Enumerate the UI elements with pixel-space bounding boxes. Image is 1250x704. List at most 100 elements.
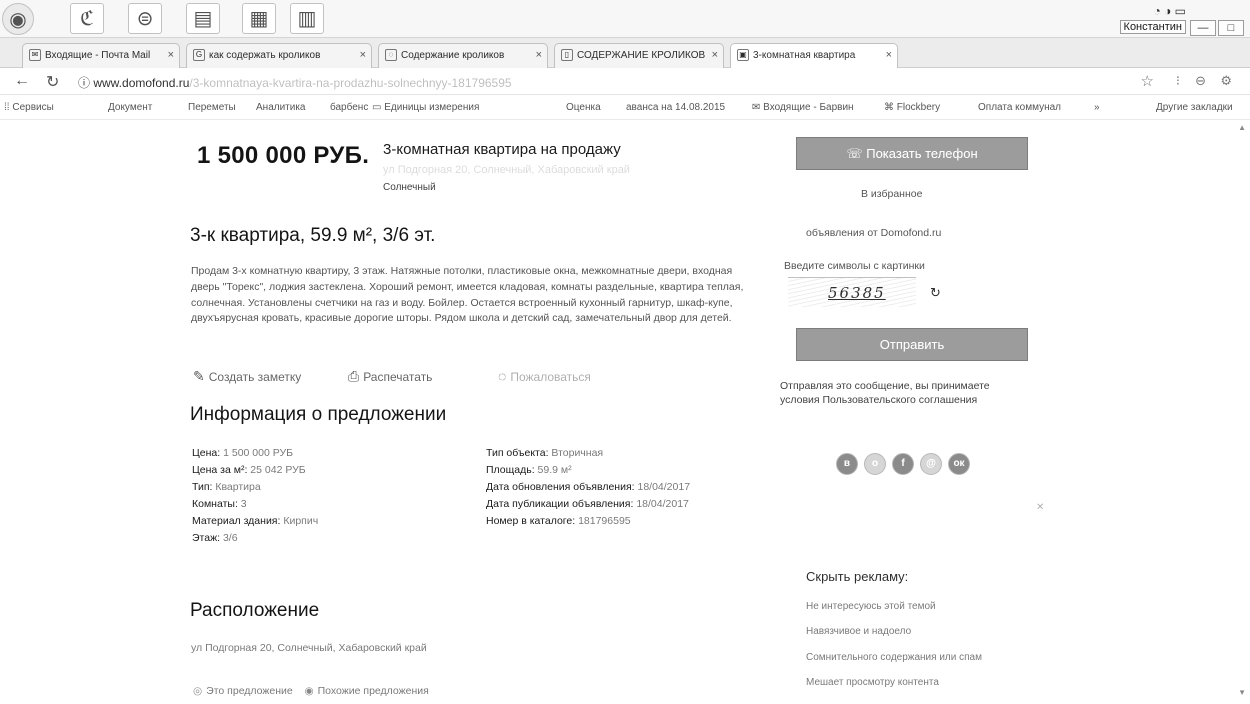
window-controls: — □ xyxy=(1190,20,1244,36)
extension-icon[interactable]: ⁝ xyxy=(1176,73,1180,89)
captcha-label: Введите символы с картинки xyxy=(784,260,925,272)
flock-icon: ⌘ xyxy=(884,102,897,113)
favorite-link[interactable]: В избранное xyxy=(861,188,922,200)
more-bookmarks[interactable]: » xyxy=(1094,102,1100,113)
odnoklassniki-icon[interactable]: ок xyxy=(948,453,970,475)
info-row: Комнаты: 3 xyxy=(192,498,247,510)
info-right-column: Тип объекта: Вторичная Площадь: 59.9 м² … xyxy=(486,445,690,530)
url-path: /3-komnatnaya-kvartira-na-prodazhu-solne… xyxy=(189,76,512,90)
tab-apartment[interactable]: ▣ 3-комнатная квартира × xyxy=(730,43,898,68)
info-row: Номер в каталоге: 181796595 xyxy=(486,515,631,527)
other-bookmarks[interactable]: Другие закладки xyxy=(1156,102,1233,113)
bookmark-item[interactable]: ✉ Входящие - Барвин xyxy=(752,102,854,113)
close-ad-icon[interactable]: ✕ xyxy=(1036,502,1044,513)
location-links: ◎ Это предложение ◉ Похожие предложения xyxy=(193,685,429,697)
bookmark-star-icon[interactable]: ☆ xyxy=(1141,72,1154,90)
show-phone-button[interactable]: ☏ Показать телефон xyxy=(796,137,1028,170)
info-left-column: Цена: 1 500 000 РУБ Цена за м²: 25 042 Р… xyxy=(192,445,318,547)
bookmark-item[interactable]: Документ xyxy=(108,102,152,113)
bookmark-item[interactable]: барбенс xyxy=(330,102,368,113)
domofond-icon: ▣ xyxy=(737,49,749,61)
hide-reason-item[interactable]: Навязчивое и надоело xyxy=(806,626,911,637)
complain-button[interactable]: ◌ Пожаловаться xyxy=(498,368,591,384)
bookmark-item[interactable]: Переметы xyxy=(188,102,236,113)
info-row: Дата обновления объявления: 18/04/2017 xyxy=(486,481,691,493)
user-name[interactable]: Константин xyxy=(1119,20,1186,34)
listing-description: Продам 3-х комнатную квартиру, 3 этаж. Н… xyxy=(191,265,744,325)
page-icon: ◌ xyxy=(385,49,397,61)
tab-rabbits-doc[interactable]: ▯ СОДЕРЖАНИЕ КРОЛИКОВ × xyxy=(554,43,724,68)
close-icon[interactable]: × xyxy=(168,44,174,67)
bookmark-item[interactable]: ▭ Единицы измерения xyxy=(372,102,479,113)
close-icon[interactable]: × xyxy=(886,44,892,67)
office-logo-icon[interactable]: ◉ xyxy=(2,3,34,35)
location-address: ул Подгорная 20, Солнечный, Хабаровский … xyxy=(191,642,427,654)
back-icon[interactable]: ← xyxy=(14,72,30,90)
target-icon: ◉ xyxy=(304,685,314,697)
close-icon[interactable]: × xyxy=(712,44,718,67)
bookmark-item[interactable]: Аналитика xyxy=(256,102,306,113)
reload-icon[interactable]: ↻ xyxy=(46,72,59,92)
close-icon[interactable]: × xyxy=(360,44,366,67)
phone-icon: ☏ xyxy=(846,146,867,161)
bookmark-item[interactable]: Оплата коммунал xyxy=(978,102,1061,113)
mail-icon: ✉ xyxy=(29,49,41,61)
scroll-down-arrow[interactable]: ▼ xyxy=(1238,688,1246,697)
hide-reason-item[interactable]: Не интересуюсь этой темой xyxy=(806,601,936,612)
social-share: в о f @ ок xyxy=(836,453,970,475)
info-row: Цена за м²: 25 042 РУБ xyxy=(192,464,306,476)
scroll-up-arrow[interactable]: ▲ xyxy=(1238,123,1246,132)
bookmark-item[interactable]: ⌘ Flockbery xyxy=(884,102,940,113)
menu-icon[interactable]: ⚙ xyxy=(1220,73,1232,89)
send-button[interactable]: Отправить xyxy=(796,328,1028,361)
info-row: Тип: Квартира xyxy=(192,481,261,493)
paste-icon[interactable]: ▤ xyxy=(186,3,220,34)
listing-title: 3-комнатная квартира на продажу xyxy=(383,141,621,158)
tab-mail[interactable]: ✉ Входящие - Почта Mail × xyxy=(22,43,180,68)
maximize-button[interactable]: □ xyxy=(1218,20,1244,36)
pencil-icon: ✎ xyxy=(193,368,205,384)
flat-heading: 3-к квартира, 59.9 м², 3/6 эт. xyxy=(190,225,436,246)
apps-bookmark[interactable]: ⁞⁞ Сервисы xyxy=(4,102,54,113)
create-note-button[interactable]: ✎ Создать заметку xyxy=(193,368,301,385)
info-heading: Информация о предложении xyxy=(190,404,447,425)
tab-label: Содержание кроликов xyxy=(401,50,505,61)
refresh-icon[interactable]: ↻ xyxy=(930,285,941,301)
tab-label: Входящие - Почта Mail xyxy=(45,50,151,61)
close-icon[interactable]: × xyxy=(536,44,542,67)
excel-icon[interactable]: ▦ xyxy=(242,3,276,34)
url-host: www.domofond.ru xyxy=(93,76,190,90)
listing-city[interactable]: Солнечный xyxy=(383,182,436,193)
print-button[interactable]: ⎙ Распечатать xyxy=(348,368,432,385)
word-icon[interactable]: ▥ xyxy=(290,3,324,34)
pin-icon: ◎ xyxy=(193,685,203,697)
vk-icon[interactable]: в xyxy=(836,453,858,475)
folder-icon: ▭ xyxy=(372,102,385,113)
opera-icon[interactable]: ⊖ xyxy=(1195,73,1206,89)
url-field[interactable]: ⓘ www.domofond.ru/3-komnatnaya-kvartira-… xyxy=(78,74,512,91)
facebook-icon[interactable]: f xyxy=(892,453,914,475)
tab-google[interactable]: G как содержать кроликов × xyxy=(186,43,372,68)
bookmark-item[interactable]: аванса на 14.08.2015 xyxy=(626,102,725,113)
similar-offers-link[interactable]: ◉ Похожие предложения xyxy=(304,685,428,697)
tab-rabbits[interactable]: ◌ Содержание кроликов × xyxy=(378,43,548,68)
listing-address[interactable]: ул Подгорная 20, Солнечный, Хабаровский … xyxy=(383,164,630,176)
this-offer-link[interactable]: ◎ Это предложение xyxy=(193,685,293,697)
listing-price: 1 500 000 РУБ. xyxy=(197,142,370,169)
bookmark-item[interactable]: Оценка xyxy=(566,102,601,113)
tab-strip: ✉ Входящие - Почта Mail × G как содержат… xyxy=(0,38,1250,68)
ok-icon[interactable]: о xyxy=(864,453,886,475)
app-icon-2[interactable]: ⊜ xyxy=(128,3,162,34)
hide-reason-item[interactable]: Мешает просмотру контента xyxy=(806,677,939,688)
bookmarks-bar: ⁞⁞ Сервисы Документ Переметы Аналитика б… xyxy=(0,96,1250,120)
app-icon-1[interactable]: ℭ xyxy=(70,3,104,34)
info-row: Этаж: 3/6 xyxy=(192,532,238,544)
minimize-button[interactable]: — xyxy=(1190,20,1216,36)
google-icon: G xyxy=(193,49,205,61)
info-row: Тип объекта: Вторичная xyxy=(486,447,604,459)
hide-reason-item[interactable]: Сомнительного содержания или спам xyxy=(806,652,982,663)
tab-label: 3-комнатная квартира xyxy=(753,50,856,61)
info-row: Дата публикации объявления: 18/04/2017 xyxy=(486,498,689,510)
captcha-image: 56385 xyxy=(788,277,916,307)
mail-icon[interactable]: @ xyxy=(920,453,942,475)
